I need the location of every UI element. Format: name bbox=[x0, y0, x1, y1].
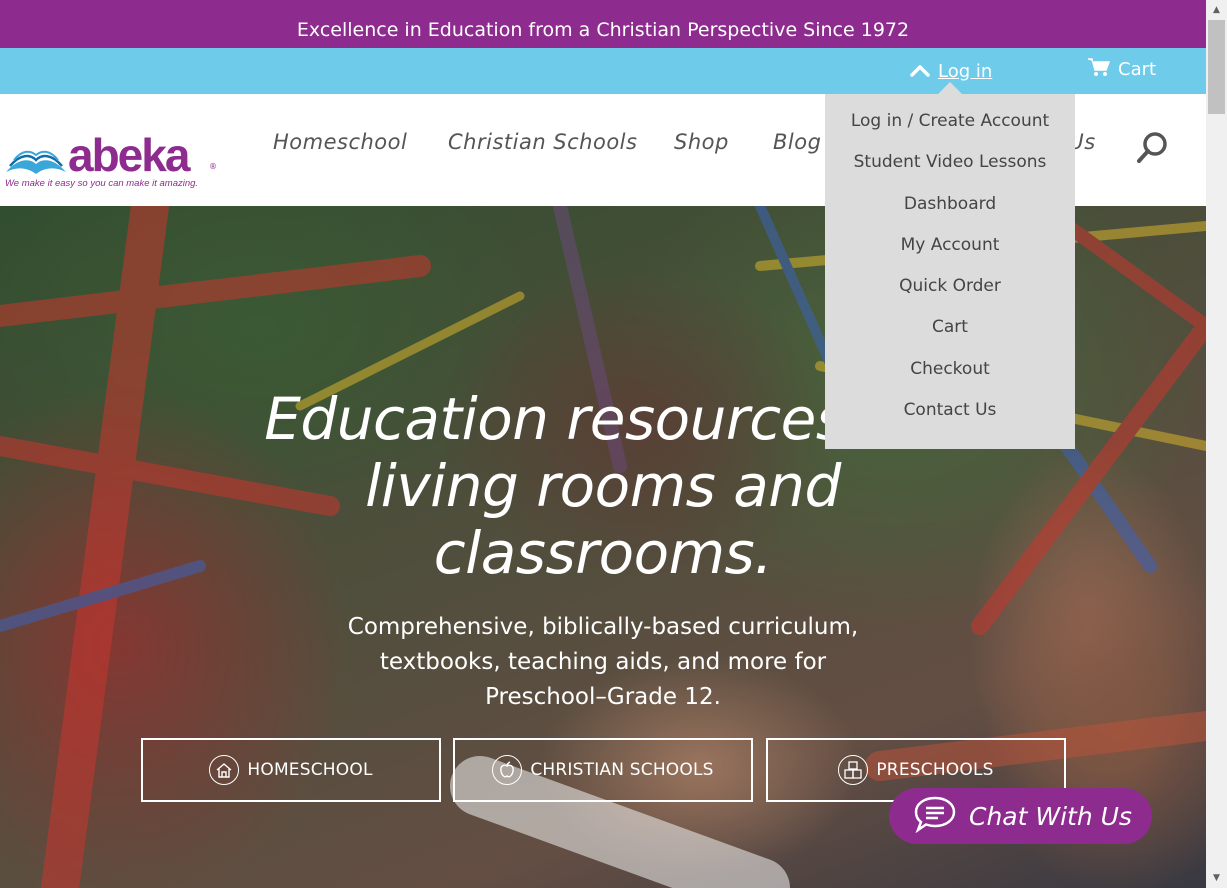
menu-item-cart[interactable]: Cart bbox=[825, 316, 1075, 338]
utility-bar: Log in Cart bbox=[0, 48, 1206, 94]
scrollbar-thumb[interactable] bbox=[1208, 20, 1225, 114]
search-button[interactable] bbox=[1136, 130, 1170, 164]
menu-item-checkout[interactable]: Checkout bbox=[825, 358, 1075, 380]
chat-button[interactable]: Chat With Us bbox=[889, 788, 1152, 844]
menu-item-student-video-lessons[interactable]: Student Video Lessons bbox=[825, 151, 1075, 173]
house-icon bbox=[209, 755, 240, 785]
homeschool-button-label: HOMESCHOOL bbox=[247, 760, 373, 780]
scroll-up-arrow-icon[interactable]: ▲ bbox=[1206, 0, 1227, 20]
promo-text: Excellence in Education from a Christian… bbox=[296, 19, 910, 41]
promo-bar: Excellence in Education from a Christian… bbox=[0, 0, 1206, 48]
menu-item-quick-order[interactable]: Quick Order bbox=[825, 275, 1075, 297]
menu-item-login-create-account[interactable]: Log in / Create Account bbox=[825, 110, 1075, 132]
nav-item-christian-schools[interactable]: Christian Schools bbox=[448, 130, 637, 154]
apple-icon bbox=[492, 755, 523, 785]
search-icon bbox=[1136, 132, 1170, 168]
cart-label: Cart bbox=[1118, 58, 1157, 80]
chat-bubble-icon bbox=[913, 795, 957, 837]
cart-link[interactable]: Cart bbox=[1088, 56, 1156, 82]
nav-item-shop[interactable]: Shop bbox=[674, 130, 729, 154]
menu-item-contact-us[interactable]: Contact Us bbox=[825, 399, 1075, 421]
cart-icon bbox=[1088, 57, 1111, 82]
menu-item-dashboard[interactable]: Dashboard bbox=[825, 193, 1075, 215]
abeka-logo[interactable]: abeka ® We make it easy so you can make … bbox=[4, 128, 220, 194]
homeschool-button[interactable]: HOMESCHOOL bbox=[141, 738, 441, 802]
nav-item-homeschool[interactable]: Homeschool bbox=[273, 130, 407, 154]
page: Excellence in Education from a Christian… bbox=[0, 0, 1206, 888]
hero-subtitle-line: Preschool–Grade 12. bbox=[485, 684, 721, 710]
logo-tagline: We make it easy so you can make it amazi… bbox=[5, 178, 199, 189]
hero-subtitle-line: textbooks, teaching aids, and more for bbox=[379, 649, 827, 675]
logo-registered-mark: ® bbox=[209, 162, 217, 171]
logo-wordmark: abeka bbox=[68, 129, 190, 181]
hero-title-line: living rooms and bbox=[365, 452, 841, 520]
menu-item-my-account[interactable]: My Account bbox=[825, 234, 1075, 256]
scrollbar[interactable]: ▲ ▼ bbox=[1206, 0, 1227, 888]
hero-title-line: classrooms. bbox=[433, 519, 773, 587]
preschools-button-label: PRESCHOOLS bbox=[876, 760, 994, 780]
christian-schools-button[interactable]: CHRISTIAN SCHOOLS bbox=[453, 738, 753, 802]
open-book-icon bbox=[4, 142, 68, 182]
scroll-down-arrow-icon[interactable]: ▼ bbox=[1206, 868, 1227, 888]
chat-button-label: Chat With Us bbox=[969, 801, 1132, 831]
nav-item-blog[interactable]: Blog bbox=[773, 130, 821, 154]
login-link[interactable]: Log in bbox=[910, 58, 992, 84]
login-dropdown-menu: Log in / Create Account Student Video Le… bbox=[825, 94, 1075, 449]
dropdown-caret bbox=[938, 82, 962, 94]
hero-subtitle: Comprehensive, biblically-based curricul… bbox=[0, 610, 1206, 715]
chevron-up-icon bbox=[910, 61, 930, 82]
christian-schools-button-label: CHRISTIAN SCHOOLS bbox=[530, 760, 714, 780]
abc-blocks-icon bbox=[838, 755, 869, 785]
login-label: Log in bbox=[938, 60, 993, 82]
hero-subtitle-line: Comprehensive, biblically-based curricul… bbox=[347, 614, 859, 640]
